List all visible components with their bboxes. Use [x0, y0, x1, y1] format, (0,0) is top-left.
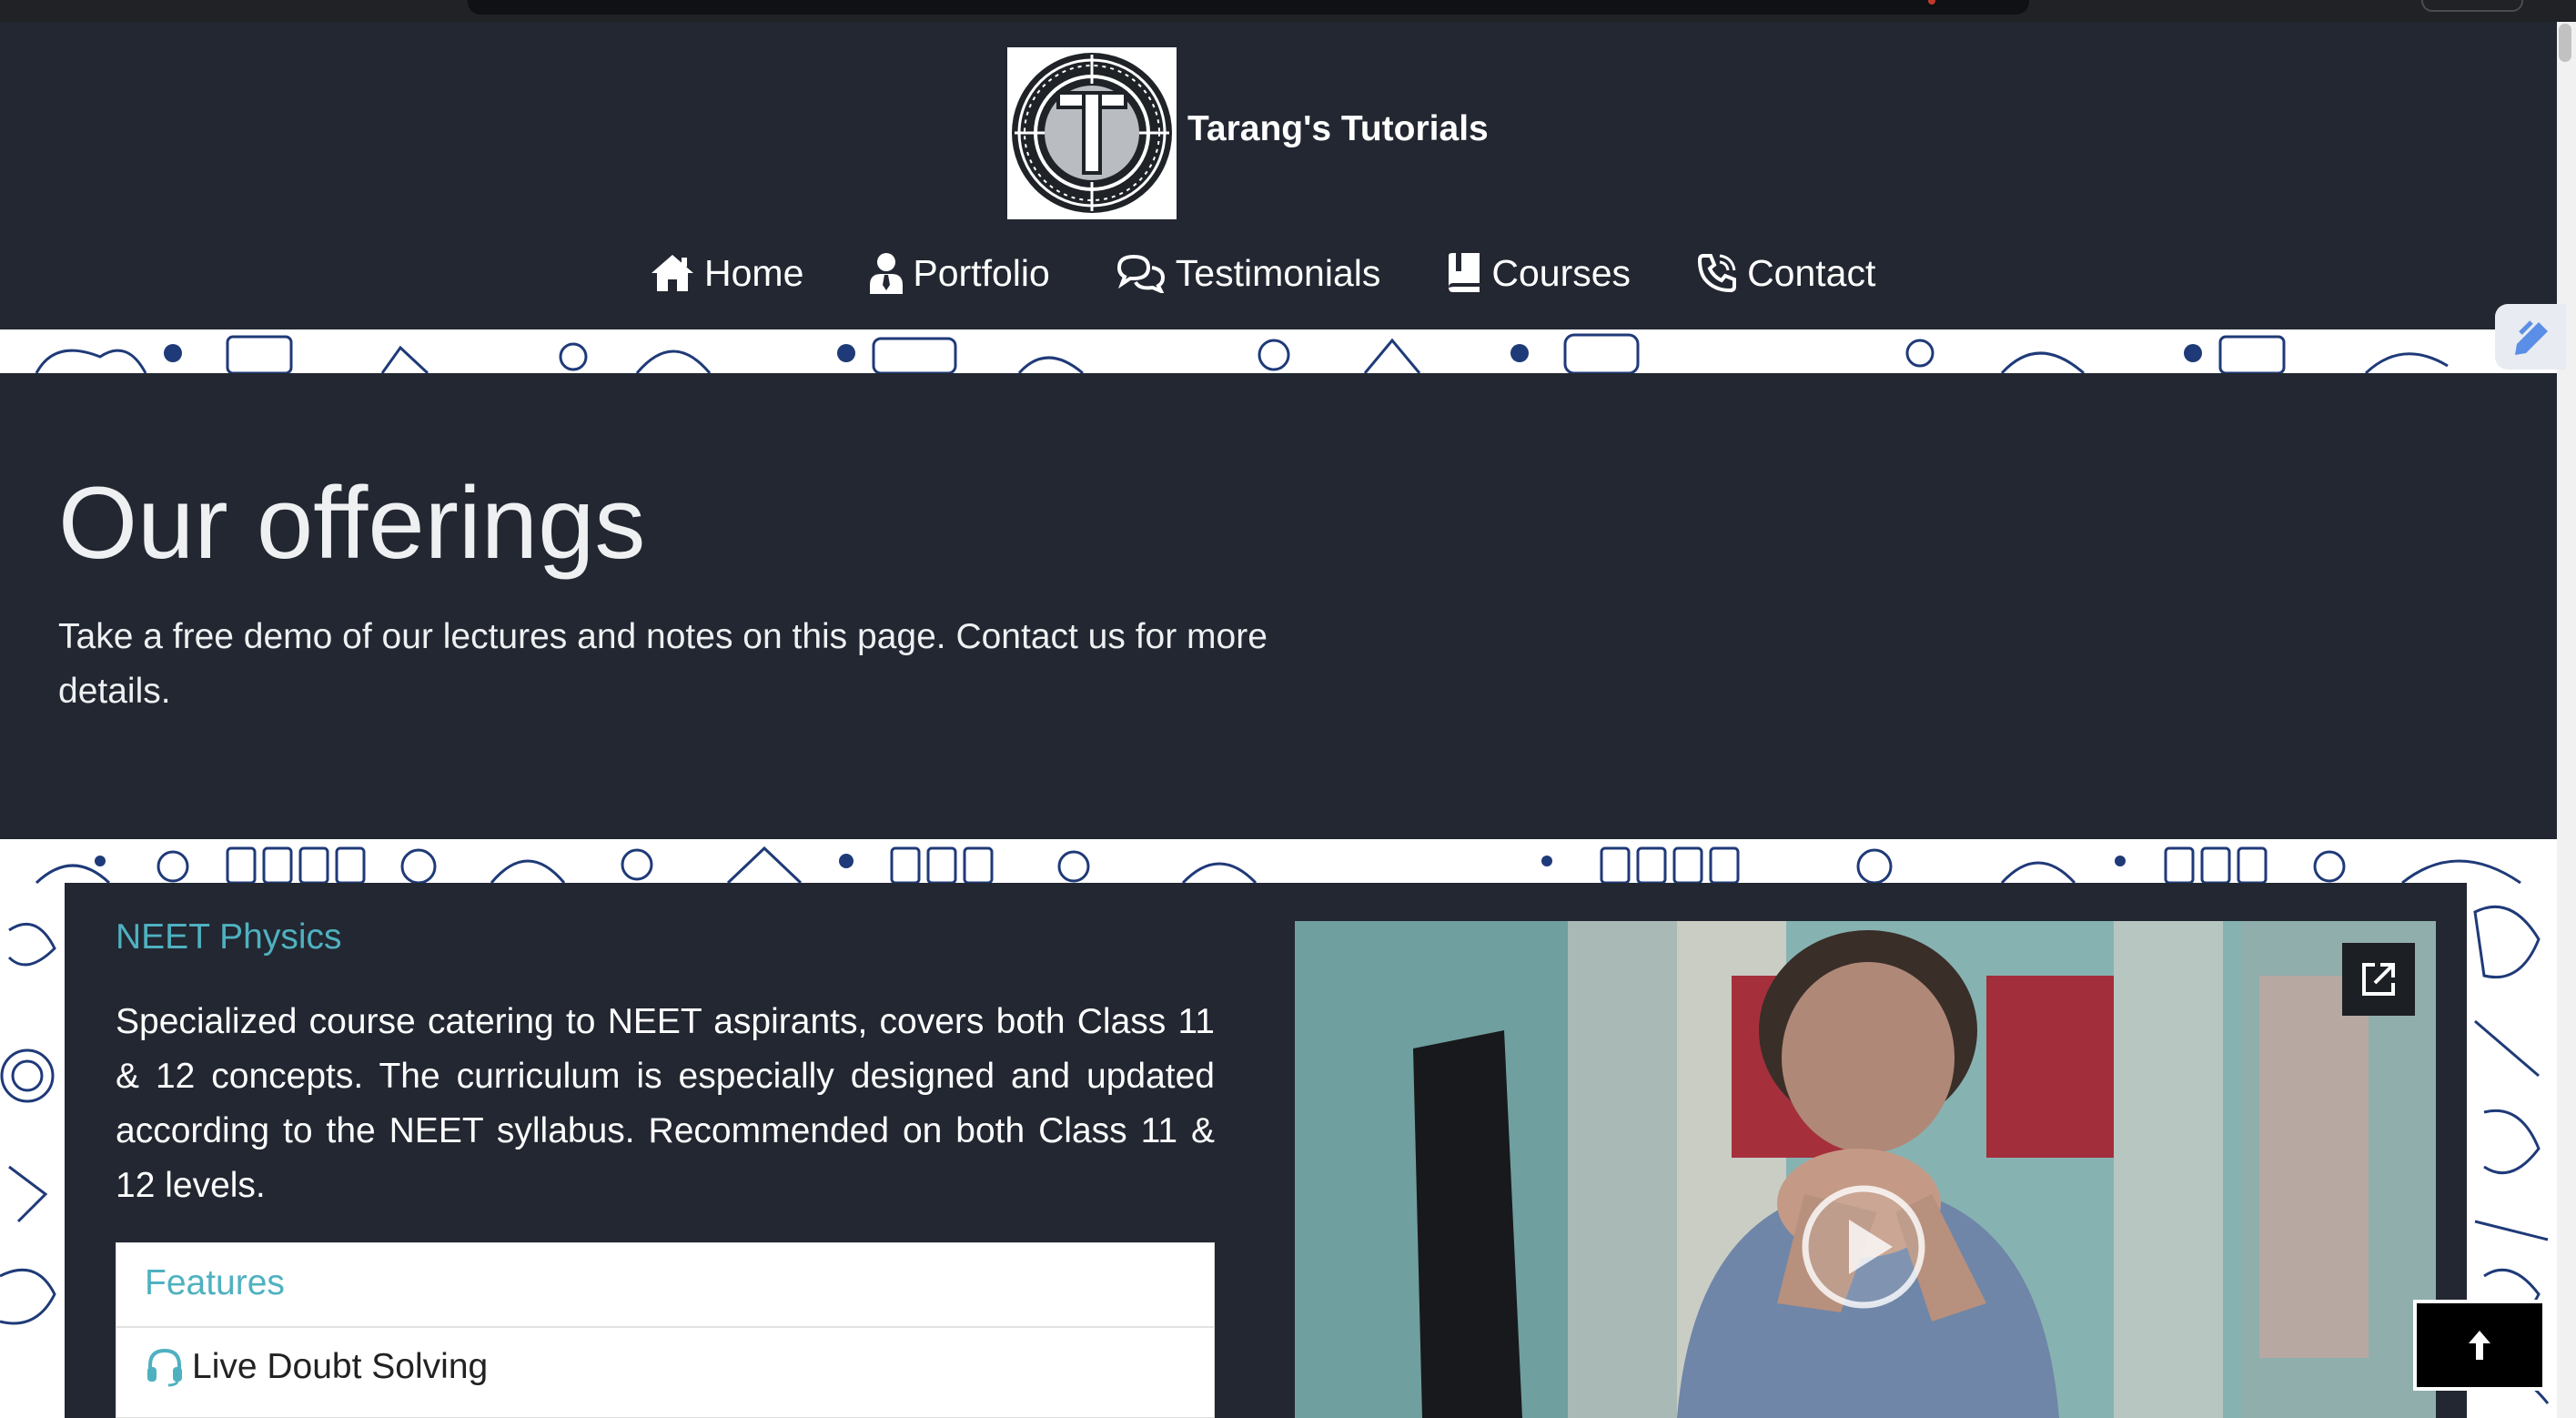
- nav-item-testimonials[interactable]: Testimonials: [1116, 251, 1381, 295]
- book-icon: [1446, 252, 1482, 294]
- play-icon: [1800, 1185, 1927, 1314]
- house-icon: [650, 253, 695, 293]
- nav-label: Home: [704, 251, 804, 294]
- brand-name[interactable]: Tarang's Tutorials: [1187, 109, 1489, 149]
- features-heading: Features: [145, 1263, 285, 1302]
- user-tie-icon: [869, 252, 904, 294]
- page-scrollbar[interactable]: [2557, 22, 2576, 1418]
- nav-label: Courses: [1491, 251, 1631, 294]
- back-to-top-button[interactable]: [2413, 1300, 2546, 1391]
- phone-volume-icon: [1696, 252, 1738, 294]
- page-title: Our offerings: [58, 466, 646, 580]
- headset-icon: [145, 1347, 185, 1387]
- brand-logo[interactable]: [1007, 47, 1177, 219]
- nav-label: Portfolio: [913, 251, 1050, 294]
- doodle-background-strip: [0, 329, 2557, 373]
- nav-label: Contact: [1747, 251, 1876, 294]
- feature-label: Live Doubt Solving: [192, 1347, 489, 1386]
- nav-item-home[interactable]: Home: [650, 252, 803, 295]
- browser-address-pill: [468, 0, 2029, 15]
- open-external-icon: [2359, 959, 2399, 999]
- comments-icon: [1116, 253, 1167, 293]
- hero-description: Take a free demo of our lectures and not…: [58, 617, 1268, 711]
- nav-item-courses[interactable]: Courses: [1446, 252, 1631, 295]
- side-widget-button[interactable]: [2495, 304, 2566, 370]
- feature-item: Live Doubt Solving: [145, 1347, 488, 1387]
- course-description: Specialized course catering to NEET aspi…: [116, 1002, 1215, 1205]
- browser-right-button[interactable]: [2421, 0, 2523, 12]
- play-button[interactable]: [1800, 1183, 1927, 1311]
- scrollbar-thumb[interactable]: [2559, 24, 2571, 62]
- arrow-up-icon: [2467, 1329, 2492, 1362]
- open-external-button[interactable]: [2342, 943, 2415, 1016]
- pencil-icon: [2511, 317, 2553, 361]
- main-nav: Home Portfolio Testimonials Courses Cont…: [650, 246, 1875, 300]
- nav-item-portfolio[interactable]: Portfolio: [869, 251, 1050, 295]
- video-player[interactable]: [1295, 921, 2436, 1418]
- course-title: NEET Physics: [116, 917, 342, 957]
- nav-label: Testimonials: [1175, 251, 1381, 294]
- hero-section: [0, 373, 2557, 839]
- features-divider: [116, 1326, 1214, 1328]
- nav-item-contact[interactable]: Contact: [1696, 252, 1875, 295]
